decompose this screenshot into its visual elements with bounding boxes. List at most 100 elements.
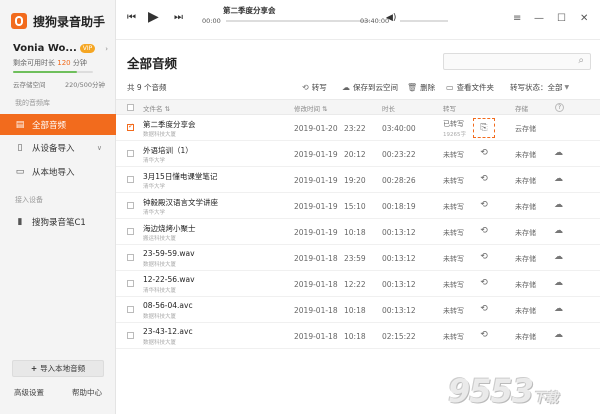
- menu-icon[interactable]: ≡: [513, 13, 521, 24]
- transcribe-icon[interactable]: ⟲: [479, 148, 489, 158]
- transcribe-icon[interactable]: ⟲: [479, 304, 489, 314]
- col-modified[interactable]: 修改时间 ⇅: [294, 103, 328, 113]
- row-checkbox[interactable]: [127, 332, 134, 339]
- help-center-link[interactable]: 帮助中心: [72, 387, 102, 398]
- sidebar-item-device-c1[interactable]: ▮ 搜狗录音笔C1: [0, 211, 116, 232]
- file-name[interactable]: 外语培训（1）: [143, 145, 193, 156]
- user-name[interactable]: Vonia Wo...: [13, 43, 77, 54]
- cloud-upload-icon[interactable]: ☁: [554, 148, 563, 158]
- transcribe-icon[interactable]: ⟲: [479, 200, 489, 210]
- row-checkbox[interactable]: [127, 176, 134, 183]
- table-row[interactable]: 23-43-12.avc 数据科技大厦 2019-01-18 10:18 02:15:2…: [116, 323, 600, 349]
- table-row[interactable]: 钟毅殿汉语言文学讲座 清华大学 2019-01-19 15:10 00:18:19 未转写…: [116, 193, 600, 219]
- sidebar-item-label: 全部音频: [32, 120, 67, 131]
- progress-bar[interactable]: [226, 20, 370, 22]
- file-name[interactable]: 08-56-04.avc: [143, 301, 193, 310]
- search-icon[interactable]: ⌕: [578, 55, 584, 66]
- transcribe-status: 未转写: [443, 281, 464, 289]
- modified-time: 23:22: [344, 124, 366, 133]
- col-storage: 存储: [515, 105, 528, 113]
- cloud-upload-icon[interactable]: ☁: [554, 304, 563, 314]
- user-panel[interactable]: Vonia Wo... VIP › 剩余可用时长 120 分钟 云存储空间 22…: [13, 43, 108, 89]
- sidebar-item-label: 从设备导入: [32, 143, 75, 154]
- current-time: 00:00: [202, 17, 221, 25]
- file-name[interactable]: 第二季度分享会: [143, 119, 196, 130]
- transcribe-icon[interactable]: ⟲: [479, 330, 489, 340]
- cloud-upload-icon[interactable]: ☁: [554, 278, 563, 288]
- duration: 00:13:12: [382, 254, 416, 263]
- table-row[interactable]: 海边烧烤小聚士 搬运科技大厦 2019-01-19 10:18 00:13:12 未转写 ⟲…: [116, 219, 600, 245]
- file-name[interactable]: 23-59-59.wav: [143, 249, 195, 258]
- save-to-cloud-button[interactable]: ☁ 保存到云空间: [342, 82, 398, 93]
- file-name[interactable]: 钟毅殿汉语言文学讲座: [143, 197, 218, 208]
- view-transcript-button[interactable]: ⎘: [473, 118, 495, 138]
- transcribe-icon[interactable]: ⟲: [479, 278, 489, 288]
- modified-date: 2019-01-19: [294, 228, 338, 237]
- import-local-audio-button[interactable]: + 导入本地音频: [12, 360, 104, 377]
- recorder-pen-icon: ▮: [17, 216, 23, 227]
- help-icon[interactable]: ?: [555, 103, 564, 112]
- transcribe-status: 已转写: [443, 120, 464, 128]
- word-count: 19265字: [443, 132, 466, 138]
- row-checkbox[interactable]: [127, 306, 134, 313]
- table-row[interactable]: 第二季度分享会数据科技大厦 2019-01-20 23:22 03:40:00 已转写 1…: [116, 115, 600, 141]
- search-input[interactable]: ⌕: [443, 53, 591, 70]
- storage-status: 云存储: [515, 125, 536, 133]
- transcribe-icon[interactable]: ⟲: [479, 226, 489, 236]
- transcribe-icon[interactable]: ⟲: [479, 252, 489, 262]
- close-icon[interactable]: ✕: [580, 13, 588, 24]
- volume-slider[interactable]: [400, 20, 448, 22]
- modified-date: 2019-01-19: [294, 176, 338, 185]
- duration: 00:28:26: [382, 176, 416, 185]
- chevron-down-icon[interactable]: ▼: [565, 84, 570, 91]
- cloud-upload-icon[interactable]: ☁: [554, 252, 563, 262]
- file-name[interactable]: 23-43-12.avc: [143, 327, 193, 336]
- file-name[interactable]: 3月15日懂电课堂笔记: [143, 171, 217, 182]
- sidebar-item-device-import[interactable]: ▯ 从设备导入 ∨: [0, 137, 116, 158]
- play-icon[interactable]: ▶: [148, 9, 159, 25]
- row-checkbox[interactable]: [127, 122, 134, 131]
- volume-icon[interactable]: ◀): [386, 13, 396, 23]
- table-row[interactable]: 23-59-59.wav 数据科技大厦 2019-01-18 23:59 00:13:1…: [116, 245, 600, 271]
- chevron-right-icon[interactable]: ›: [105, 45, 108, 53]
- row-checkbox[interactable]: [127, 280, 134, 287]
- table-row[interactable]: 12-22-56.wav 清华科技大厦 2019-01-18 12:22 00:13:1…: [116, 271, 600, 297]
- transcribe-button[interactable]: ⟲ 转写: [302, 82, 327, 93]
- maximize-icon[interactable]: ☐: [557, 13, 566, 24]
- modified-time: 23:59: [344, 254, 366, 263]
- file-name[interactable]: 12-22-56.wav: [143, 275, 195, 284]
- transcribe-status-filter[interactable]: 转写状态： 全部 ▼: [510, 82, 569, 93]
- table-row[interactable]: 外语培训（1） 清华大学 2019-01-19 20:12 00:23:22 未转写 ⟲ 未存…: [116, 141, 600, 167]
- modified-time: 10:18: [344, 332, 366, 341]
- open-folder-button[interactable]: ▭ 查看文件夹: [446, 82, 494, 93]
- col-transcribe: 转写: [443, 105, 456, 113]
- minimize-icon[interactable]: —: [534, 13, 544, 24]
- sidebar-item-local-import[interactable]: ▭ 从本地导入: [0, 161, 116, 182]
- previous-track-icon[interactable]: ⏮: [127, 12, 136, 23]
- file-name[interactable]: 海边烧烤小聚士: [143, 223, 196, 234]
- transcribe-icon[interactable]: ⟲: [479, 174, 489, 184]
- row-checkbox[interactable]: [127, 254, 134, 261]
- col-filename[interactable]: 文件名 ⇅: [143, 103, 170, 113]
- row-checkbox[interactable]: [127, 150, 134, 157]
- row-checkbox[interactable]: [127, 202, 134, 209]
- cloud-upload-icon[interactable]: ☁: [554, 226, 563, 236]
- modified-time: 12:22: [344, 280, 366, 289]
- status-filter-value[interactable]: 全部: [548, 82, 563, 93]
- transcribe-status: 未转写: [443, 151, 464, 159]
- table-row[interactable]: 3月15日懂电课堂笔记 清华大学 2019-01-19 19:20 00:28:26 未转…: [116, 167, 600, 193]
- modified-date: 2019-01-20: [294, 124, 338, 133]
- chevron-down-icon[interactable]: ∨: [97, 144, 102, 152]
- next-track-icon[interactable]: ⏭: [174, 12, 183, 23]
- table-row[interactable]: 08-56-04.avc 数据科技大厦 2019-01-18 10:18 00:13:1…: [116, 297, 600, 323]
- delete-button[interactable]: 🗑 删除: [407, 82, 435, 93]
- row-checkbox[interactable]: [127, 228, 134, 235]
- cloud-upload-icon[interactable]: ☁: [554, 330, 563, 340]
- sidebar-item-all-audio[interactable]: ▤ 全部音频: [0, 114, 116, 135]
- cloud-upload-icon[interactable]: ☁: [554, 200, 563, 210]
- file-location: 数据科技大厦: [143, 340, 177, 346]
- select-all-checkbox[interactable]: [127, 104, 134, 111]
- sidebar-item-label: 搜狗录音笔C1: [32, 217, 86, 228]
- cloud-upload-icon[interactable]: ☁: [554, 174, 563, 184]
- advanced-settings-link[interactable]: 高级设置: [14, 387, 44, 398]
